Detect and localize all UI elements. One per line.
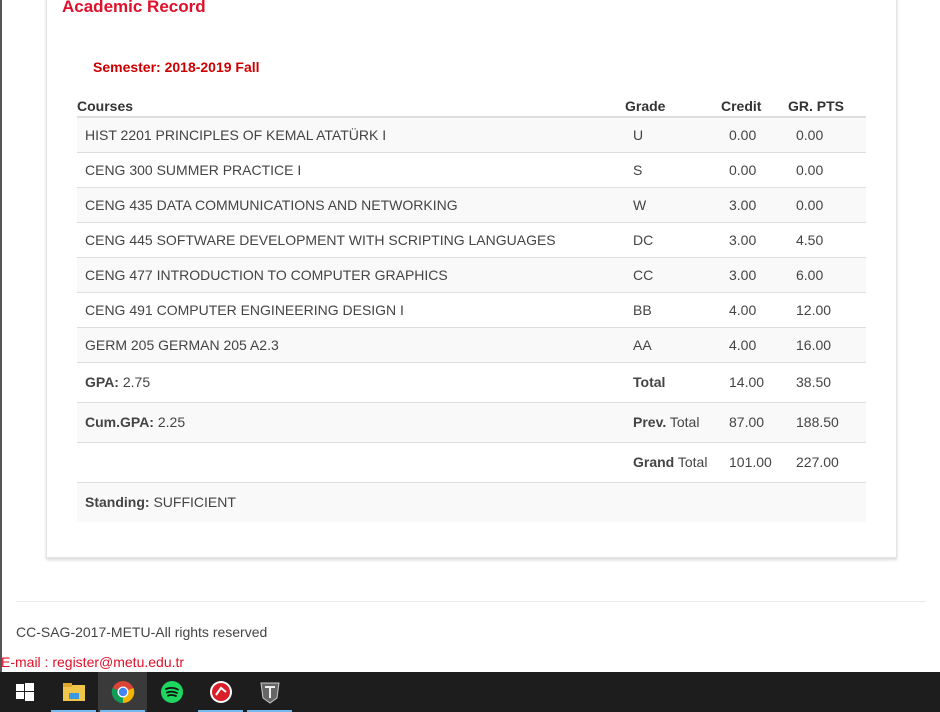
- grade-points-cell: 0.00: [788, 151, 866, 187]
- total-credit: 14.00: [721, 361, 788, 402]
- cumgpa-row: Cum.GPA: 2.25 Prev. Total 87.00 188.50: [77, 401, 866, 442]
- table-row: CENG 445 SOFTWARE DEVELOPMENT WITH SCRIP…: [77, 221, 866, 257]
- taskbar: [0, 672, 940, 712]
- spotify-icon: [160, 681, 183, 703]
- gpa-row: GPA: 2.75 Total 14.00 38.50: [77, 361, 866, 402]
- grade-cell: U: [625, 116, 721, 152]
- copyright-text: CC-SAG-2017-METU-All rights reserved: [16, 624, 268, 640]
- header-grade: Grade: [625, 96, 721, 118]
- grade-cell: AA: [625, 326, 721, 362]
- folder-icon: [62, 683, 85, 701]
- gpa-label: GPA:: [85, 374, 119, 390]
- credit-cell: 4.00: [721, 326, 788, 362]
- grand-credit: 101.00: [721, 441, 788, 482]
- grade-points-cell: 6.00: [788, 256, 866, 292]
- grade-points-cell: 4.50: [788, 221, 866, 257]
- course-cell: HIST 2201 PRINCIPLES OF KEMAL ATATÜRK I: [77, 116, 625, 152]
- prev-pts: 188.50: [788, 401, 866, 442]
- grand-label: Grand: [633, 454, 675, 470]
- credit-cell: 3.00: [721, 221, 788, 257]
- table-row: GERM 205 GERMAN 205 A2.3 AA 4.00 16.00: [77, 326, 866, 362]
- grade-points-cell: 16.00: [788, 326, 866, 362]
- course-cell: CENG 491 COMPUTER ENGINEERING DESIGN I: [77, 291, 625, 327]
- courses-table: Courses Grade Credit GR. PTS HIST 2201 P…: [77, 96, 866, 522]
- grand-total-row: Grand Total 101.00 227.00: [77, 441, 866, 482]
- grade-points-cell: 0.00: [788, 186, 866, 222]
- standing-row: Standing: SUFFICIENT: [77, 481, 866, 522]
- window-edge: [0, 0, 2, 672]
- grade-points-cell: 0.00: [788, 116, 866, 152]
- prev-credit: 87.00: [721, 401, 788, 442]
- credit-cell: 0.00: [721, 151, 788, 187]
- credit-cell: 4.00: [721, 291, 788, 327]
- grade-cell: DC: [625, 221, 721, 257]
- taskbar-wargaming[interactable]: [196, 672, 245, 712]
- credit-cell: 3.00: [721, 186, 788, 222]
- grade-cell: S: [625, 151, 721, 187]
- chrome-icon: [111, 681, 134, 704]
- table-row: HIST 2201 PRINCIPLES OF KEMAL ATATÜRK IU…: [77, 116, 866, 152]
- taskbar-spotify[interactable]: [147, 672, 196, 712]
- table-row: CENG 491 COMPUTER ENGINEERING DESIGN I BB…: [77, 291, 866, 327]
- course-cell: GERM 205 GERMAN 205 A2.3: [77, 326, 625, 362]
- course-cell: CENG 300 SUMMER PRACTICE I: [77, 151, 625, 187]
- table-row: CENG 435 DATA COMMUNICATIONS AND NETWORK…: [77, 186, 866, 222]
- gpa-value: 2.75: [122, 374, 151, 390]
- semester-heading: Semester: 2018-2019 Fall: [93, 59, 260, 75]
- taskbar-file-explorer[interactable]: [49, 672, 98, 712]
- start-button[interactable]: [0, 672, 49, 712]
- grand-label-rest: Total: [677, 454, 708, 470]
- grade-cell: BB: [625, 291, 721, 327]
- cumgpa-label: Cum.GPA:: [85, 414, 154, 430]
- footer-divider: [16, 601, 926, 602]
- wargaming-icon: [209, 681, 232, 703]
- standing-label: Standing:: [85, 494, 150, 511]
- grand-pts: 227.00: [788, 441, 866, 482]
- grade-cell: W: [625, 186, 721, 222]
- taskbar-chrome[interactable]: [98, 672, 147, 712]
- header-credit: Credit: [721, 96, 788, 118]
- total-label: Total: [633, 374, 666, 390]
- grade-cell: CC: [625, 256, 721, 292]
- table-row: CENG 477 INTRODUCTION TO COMPUTER GRAPHI…: [77, 256, 866, 292]
- standing-value: SUFFICIENT: [153, 494, 236, 511]
- course-cell: CENG 435 DATA COMMUNICATIONS AND NETWORK…: [77, 186, 625, 222]
- course-cell: CENG 477 INTRODUCTION TO COMPUTER GRAPHI…: [77, 256, 625, 292]
- total-pts: 38.50: [788, 361, 866, 402]
- world-of-tanks-icon: [259, 682, 280, 704]
- page-title: Academic Record: [62, 0, 206, 16]
- email-link[interactable]: E-mail : register@metu.edu.tr: [1, 654, 184, 670]
- prev-label: Prev.: [633, 414, 667, 430]
- course-cell: CENG 445 SOFTWARE DEVELOPMENT WITH SCRIP…: [77, 221, 625, 257]
- credit-cell: 0.00: [721, 116, 788, 152]
- header-grpts: GR. PTS: [788, 96, 866, 118]
- grade-points-cell: 12.00: [788, 291, 866, 327]
- windows-icon: [15, 683, 34, 701]
- credit-cell: 3.00: [721, 256, 788, 292]
- header-courses: Courses: [77, 96, 625, 118]
- table-row: CENG 300 SUMMER PRACTICE I S 0.00 0.00: [77, 151, 866, 187]
- cumgpa-value: 2.25: [157, 414, 186, 430]
- taskbar-world-of-tanks[interactable]: [245, 672, 294, 712]
- prev-label-rest: Total: [669, 414, 700, 430]
